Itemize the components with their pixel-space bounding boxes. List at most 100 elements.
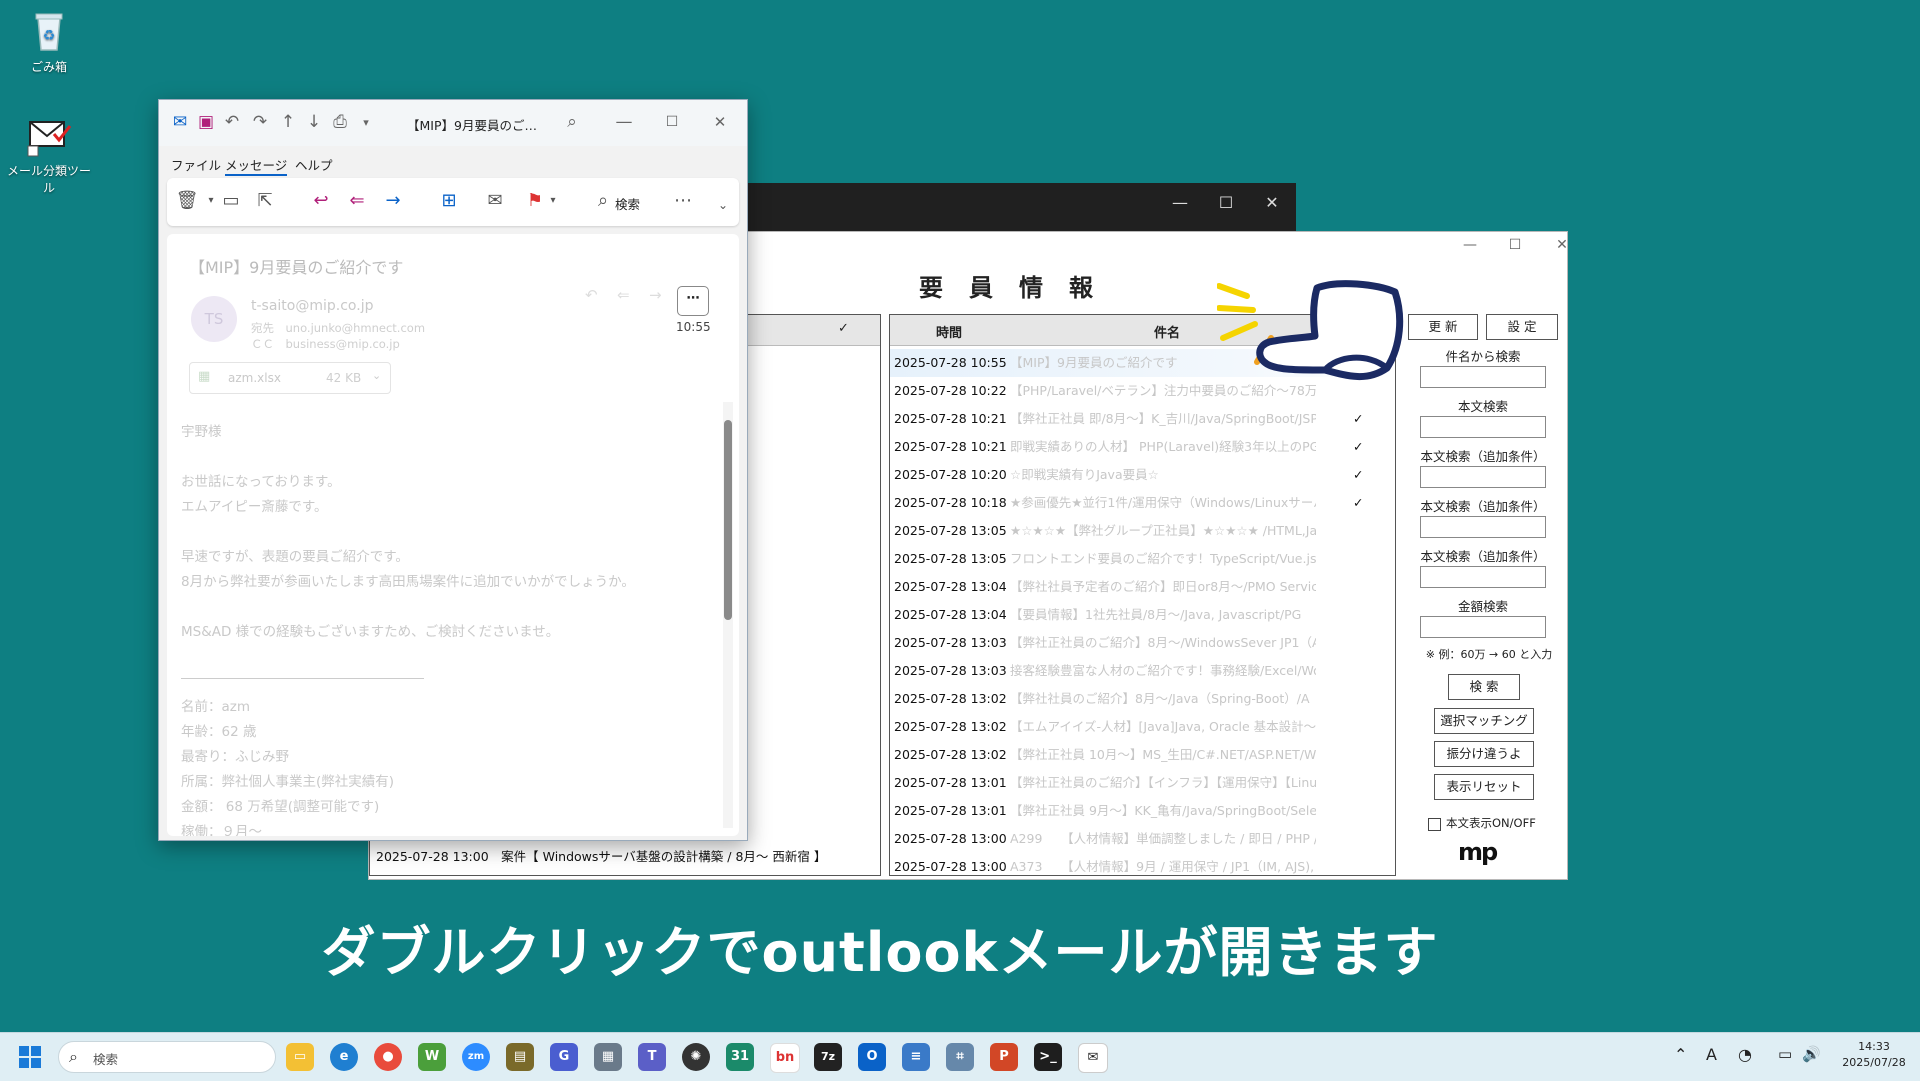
network-tool-icon[interactable]: ⌗	[946, 1043, 974, 1071]
volume-icon[interactable]: 🔊	[1802, 1045, 1821, 1063]
copilot-icon[interactable]: ◔	[1738, 1045, 1752, 1064]
undo-icon[interactable]: ↶	[219, 112, 245, 132]
message-reading-pane[interactable]: 【MIP】9月要員のご紹介です TS t-saito@mip.co.jp 宛先 …	[167, 234, 739, 836]
table-row[interactable]: 2025-07-28 10:18 ★参画優先★並行1件/運用保守（Windows/…	[890, 489, 1395, 517]
chevron-up-icon[interactable]: ⌃	[1674, 1045, 1687, 1064]
archive-icon[interactable]: ▭	[217, 190, 245, 211]
subject-search-input[interactable]	[1420, 366, 1546, 388]
desktop-icon-mail-tool[interactable]: メール分類ツール	[4, 112, 94, 196]
mail-list-table[interactable]: 時間 件名 2025-07-28 10:55 【MIP】9月要員のご紹介です 202…	[889, 314, 1396, 876]
body-search-add1-input[interactable]	[1420, 466, 1546, 488]
table-row[interactable]: 2025-07-28 13:01 【弊社正社員のご紹介】【インフラ】【運用保守】【…	[890, 769, 1395, 797]
background-window[interactable]: — ☐ ✕	[740, 183, 1296, 231]
select-matching-button[interactable]: 選択マッチング	[1434, 708, 1534, 734]
unread-icon[interactable]: ✉	[481, 190, 509, 211]
save-icon[interactable]: ▣	[193, 112, 219, 132]
print-icon[interactable]: ⎙	[327, 112, 353, 132]
writer-app-icon[interactable]: W	[418, 1043, 446, 1071]
attachment-dropdown-icon[interactable]: ⌄	[372, 369, 381, 382]
reset-display-button[interactable]: 表示リセット	[1434, 774, 1534, 800]
move-icon[interactable]: ⇱	[251, 190, 279, 211]
table-row[interactable]: 2025-07-28 13:04 【弊社社員予定者のご紹介】即日or8月～/PMO…	[890, 573, 1395, 601]
previous-item-icon[interactable]: ↑	[275, 112, 301, 132]
zoom-icon[interactable]: zm	[462, 1043, 490, 1071]
7zip-icon[interactable]: 7z	[814, 1043, 842, 1071]
amount-search-input[interactable]	[1420, 616, 1546, 638]
sender-address[interactable]: t-saito@mip.co.jp	[251, 298, 373, 314]
terminal-icon[interactable]: >_	[1034, 1043, 1062, 1071]
sort-split-button[interactable]: 振分け違うよ	[1434, 741, 1534, 767]
table-row[interactable]: 2025-07-28 13:02 【弊社社員のご紹介】8月～/Java（Sprin…	[890, 685, 1395, 713]
table-row[interactable]: 2025-07-28 13:01 【弊社正社員 9月～】KK_亀有/Java/Sp…	[890, 797, 1395, 825]
ribbon-search-icon[interactable]: ⌕	[589, 190, 617, 211]
reply-icon[interactable]: ↶	[585, 286, 598, 304]
powerpoint-icon[interactable]: P	[990, 1043, 1018, 1071]
table-row[interactable]: 2025-07-28 13:03 接客経験豊富な人材のご紹介です！事務経験/Exc…	[890, 657, 1395, 685]
forward-icon[interactable]: →	[379, 190, 407, 211]
chrome-icon[interactable]: ●	[374, 1043, 402, 1071]
close-icon[interactable]: ✕	[707, 113, 733, 131]
more-options-icon[interactable]: ⋯	[669, 190, 697, 211]
flag-dropdown-icon[interactable]: ▾	[539, 195, 567, 206]
calculator-icon[interactable]: ▦	[594, 1043, 622, 1071]
table-row[interactable]: 2025-07-28 13:03 【弊社正社員のご紹介】8月～/WindowsSe…	[890, 629, 1395, 657]
body-toggle-checkbox[interactable]	[1428, 818, 1441, 831]
close-icon[interactable]: ✕	[1545, 237, 1579, 253]
close-icon[interactable]: ✕	[1252, 193, 1292, 212]
reply-all-icon[interactable]: ⇐	[343, 190, 371, 211]
g-app-icon[interactable]: G	[550, 1043, 578, 1071]
ribbon-search-label[interactable]: 検索	[615, 194, 640, 213]
scrollbar[interactable]	[723, 402, 733, 828]
start-button[interactable]	[18, 1045, 42, 1073]
minimize-icon[interactable]: —	[611, 112, 637, 132]
table-row[interactable]: 2025-07-28 10:21 【弊社正社員 即/8月～】K_吉川/Java/S…	[890, 405, 1395, 433]
clock[interactable]: 14:33 2025/07/28	[1836, 1039, 1912, 1071]
outlook-message-window[interactable]: ✉ ▣ ↶ ↷ ↑ ↓ ⎙ ▾ 【MIP】9月要員のご… ⌕ — ☐ ✕ ファイ…	[158, 99, 748, 841]
apps-icon[interactable]: ⊞	[435, 190, 463, 211]
table-row[interactable]: 2025-07-28 13:05 ★☆★☆★【弊社グループ正社員】★☆★☆★ /H…	[890, 517, 1395, 545]
maximize-icon[interactable]: ☐	[659, 114, 685, 130]
maximize-icon[interactable]: ☐	[1498, 237, 1532, 253]
reply-icon[interactable]: ↩	[307, 190, 335, 211]
notepad-icon[interactable]: ≡	[902, 1043, 930, 1071]
body-search-input[interactable]	[1420, 416, 1546, 438]
customize-toolbar-icon[interactable]: ▾	[353, 116, 379, 129]
reply-all-icon[interactable]: ⇐	[617, 286, 630, 304]
search-button[interactable]: 検 索	[1448, 674, 1520, 700]
settings-button[interactable]: 設 定	[1486, 314, 1558, 340]
scrollbar-thumb[interactable]	[724, 420, 732, 620]
edge-icon[interactable]: e	[330, 1043, 358, 1071]
attachment-card[interactable]: ▦ azm.xlsx 42 KB ⌄	[189, 362, 391, 394]
menu-file[interactable]: ファイル	[171, 155, 221, 174]
desktop-icon-recycle-bin[interactable]: ♻ ごみ箱	[4, 8, 94, 75]
search-icon[interactable]: ⌕	[559, 112, 585, 132]
chatgpt-icon[interactable]: ✺	[682, 1043, 710, 1071]
table-row[interactable]: 2025-07-28 13:02 【弊社正社員 10月～】MS_生田/C#.NET…	[890, 741, 1395, 769]
menu-message[interactable]: メッセージ	[225, 155, 288, 176]
ime-indicator[interactable]: A	[1706, 1045, 1717, 1064]
table-row[interactable]: 2025-07-28 10:21 即戦実績ありの人材】 PHP(Laravel)経…	[890, 433, 1395, 461]
body-search-add3-input[interactable]	[1420, 566, 1546, 588]
bn-app-icon[interactable]: bn	[770, 1043, 800, 1073]
taskbar-search[interactable]: ⌕ 検索	[58, 1041, 276, 1073]
file-explorer-icon[interactable]: ▭	[286, 1043, 314, 1071]
next-item-icon[interactable]: ↓	[301, 112, 327, 132]
mail-tool-icon[interactable]: ✉	[1078, 1043, 1108, 1073]
left-footer-row[interactable]: 2025-07-28 13:00 案件【 Windowsサーバ基盤の設計構築 /…	[376, 843, 826, 871]
minimize-icon[interactable]: —	[1160, 193, 1200, 212]
teams-icon[interactable]: T	[638, 1043, 666, 1071]
refresh-button[interactable]: 更 新	[1408, 314, 1478, 340]
network-icon[interactable]: ▭	[1778, 1045, 1792, 1063]
ribbon-expand-icon[interactable]: ⌄	[709, 198, 737, 212]
more-actions-button[interactable]: ⋯	[677, 286, 709, 316]
redo-icon[interactable]: ↷	[247, 112, 273, 132]
table-row[interactable]: 2025-07-28 13:05 フロントエンド要員のご紹介です！TypeScri…	[890, 545, 1395, 573]
outlook-icon[interactable]: O	[858, 1043, 886, 1071]
forward-icon[interactable]: →	[649, 286, 662, 304]
body-search-add2-input[interactable]	[1420, 516, 1546, 538]
outlook-titlebar[interactable]: ✉ ▣ ↶ ↷ ↑ ↓ ⎙ ▾ 【MIP】9月要員のご… ⌕ — ☐ ✕	[159, 100, 747, 146]
minimize-icon[interactable]: —	[1453, 237, 1487, 253]
menu-help[interactable]: ヘルプ	[295, 155, 333, 174]
table-row[interactable]: 2025-07-28 13:02 【エムアイイズ-人材】[Java]Java, O…	[890, 713, 1395, 741]
table-row[interactable]: 2025-07-28 13:00 A299 【人材情報】単価調整しました / 即日…	[890, 825, 1395, 853]
